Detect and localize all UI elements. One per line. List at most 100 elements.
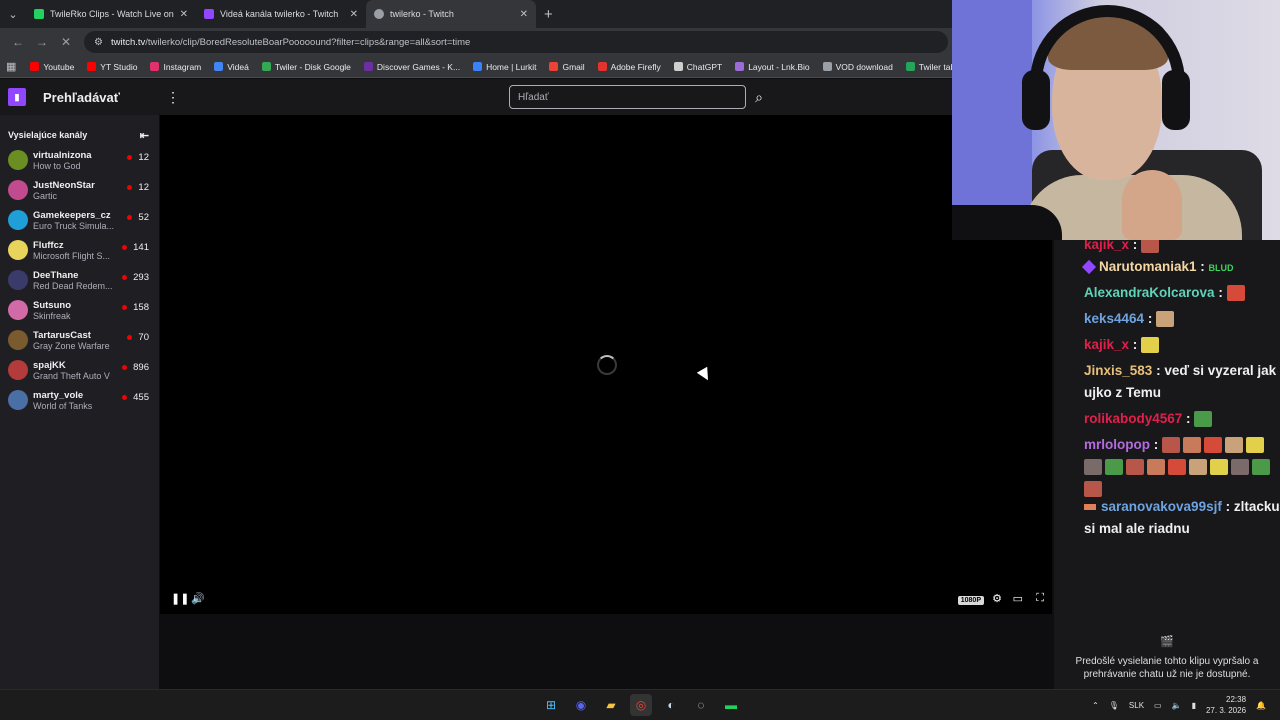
bookmark-item[interactable]: VOD download (817, 62, 900, 72)
new-tab-icon[interactable]: + (544, 6, 553, 23)
bookmark-label: Instagram (163, 61, 202, 72)
bookmark-item[interactable]: Discover Games - K... (358, 62, 467, 72)
collapse-sidebar-icon[interactable]: ⇤ (140, 129, 149, 142)
microphone-icon[interactable]: 🎙 (1109, 701, 1119, 710)
pause-button[interactable]: ❚❚ (171, 590, 189, 606)
notifications-icon[interactable]: 🔔 (1256, 701, 1266, 710)
chat-username[interactable]: Jinxis_583 (1084, 363, 1152, 378)
language-indicator[interactable]: SLK (1129, 701, 1144, 710)
chat-username[interactable]: kajik_x (1084, 337, 1129, 352)
address-bar[interactable]: ⚙ twitch.tv /twilerko/clip/BoredResolute… (84, 31, 948, 53)
bookmark-favicon (597, 62, 607, 71)
battery-icon[interactable]: ▮ (1192, 701, 1196, 710)
bookmark-item[interactable]: YT Studio (81, 62, 144, 72)
bookmark-item[interactable]: Youtube (24, 62, 81, 72)
theatre-mode-icon[interactable]: ▭ (1013, 590, 1023, 606)
video-player[interactable]: ❚❚ 🔊 1080P ⚙ ▭ ⛶ (160, 115, 1052, 614)
chat-username[interactable]: keks4464 (1084, 311, 1144, 326)
bookmark-label: Home | Lurkit (486, 61, 537, 72)
file-explorer-icon[interactable]: ▰ (600, 694, 622, 716)
chat-unavailable-text: Predošlé vysielanie tohto klipu vypršalo… (1075, 656, 1259, 680)
close-icon[interactable]: ✕ (350, 9, 358, 20)
avatar (8, 150, 28, 170)
bookmark-favicon (735, 62, 745, 71)
bookmark-item[interactable]: ChatGPT (668, 62, 729, 72)
start-menu-icon[interactable]: ⊞ (540, 694, 562, 716)
bookmark-label: ChatGPT (686, 61, 723, 72)
settings-gear-icon[interactable]: ⚙ (992, 590, 1002, 606)
chat-emote (1210, 459, 1228, 476)
viewer-count: 70 (127, 332, 149, 343)
bookmark-label: Discover Games - K... (376, 61, 461, 72)
network-icon[interactable]: ▭ (1154, 701, 1162, 710)
app-icon[interactable]: ▬ (720, 694, 742, 716)
sidebar-channel[interactable]: JustNeonStar Gartic 12 (0, 175, 159, 205)
bookmark-item[interactable]: Adobe Firefly (592, 62, 668, 72)
live-dot-icon (127, 155, 133, 160)
browser-tab[interactable]: Videá kanála twilerko - Twitch ✕ (196, 0, 366, 28)
browse-link[interactable]: Prehľadávať (43, 90, 120, 105)
sidebar-channel[interactable]: TartarusCast Gray Zone Warfare 70 (0, 325, 159, 355)
chat-colon: : (1150, 437, 1162, 452)
bookmark-item[interactable]: Home | Lurkit (467, 62, 543, 72)
search-icon[interactable]: ⌕ (748, 85, 770, 109)
sidebar-channel[interactable]: marty_vole World of Tanks 455 (0, 385, 159, 415)
search-input[interactable]: Hľadať (509, 85, 746, 109)
back-icon[interactable]: ← (6, 30, 30, 54)
chevron-up-icon[interactable]: ⌃ (1092, 701, 1099, 710)
chat-message: mrlolopop : (1084, 434, 1280, 500)
close-icon[interactable]: ✕ (180, 9, 188, 20)
bookmark-item[interactable]: Videá (208, 62, 256, 72)
obs-icon[interactable]: ◌ (690, 694, 712, 716)
sidebar-channel[interactable]: Fluffcz Microsoft Flight S... 141 (0, 235, 159, 265)
bookmark-favicon (673, 62, 683, 71)
bookmark-item[interactable]: Gmail (543, 62, 591, 72)
chat-unavailable-notice: 🎬 Predošlé vysielanie tohto klipu vyprša… (1054, 636, 1280, 681)
clapperboard-icon: 🎬 (1160, 636, 1174, 648)
twitch-logo-icon[interactable]: ▮ (8, 88, 26, 106)
forward-icon[interactable]: → (30, 30, 54, 54)
viewer-count-value: 158 (133, 302, 149, 313)
viewer-count: 896 (122, 362, 149, 373)
sidebar-channel[interactable]: Gamekeepers_cz Euro Truck Simula... 52 (0, 205, 159, 235)
apps-grid-icon[interactable]: ▦ (6, 60, 16, 73)
bookmark-item[interactable]: Instagram (144, 62, 208, 72)
sidebar-channel[interactable]: spajKK Grand Theft Auto V 896 (0, 355, 159, 385)
chat-message: AlexandraKolcarova : (1084, 282, 1280, 304)
fullscreen-icon[interactable]: ⛶ (1036, 590, 1044, 606)
browser-tab[interactable]: TwileRko Clips - Watch Live on Twitch ✕ (26, 0, 196, 28)
close-icon[interactable]: ✕ (520, 9, 528, 20)
sidebar-channel[interactable]: DeeThane Red Dead Redem... 293 (0, 265, 159, 295)
viewer-count-value: 70 (138, 332, 149, 343)
chat-message: keks4464 : (1084, 308, 1280, 330)
channel-list: virtualnizona How to God 12 JustNeonStar Gar… (0, 145, 159, 415)
steam-icon[interactable]: ◐ (660, 694, 682, 716)
tab-search-icon[interactable]: ⌄ (0, 0, 26, 28)
chat-username[interactable]: saranovakova99sjf (1101, 499, 1222, 514)
stop-loading-icon[interactable]: ✕ (54, 30, 78, 54)
volume-icon[interactable]: 🔊 (191, 590, 205, 606)
chat-colon: : (1196, 259, 1209, 274)
sidebar-channel[interactable]: virtualnizona How to God 12 (0, 145, 159, 175)
site-info-icon[interactable]: ⚙ (94, 37, 103, 48)
avatar (8, 210, 28, 230)
bookmark-favicon (822, 62, 832, 71)
discord-icon[interactable]: ◉ (570, 694, 592, 716)
bookmark-item[interactable]: Layout - Lnk.Bio (729, 62, 816, 72)
sidebar-channel[interactable]: Sutsuno Skinfreak 158 (0, 295, 159, 325)
chat-username[interactable]: Narutomaniak1 (1099, 259, 1197, 274)
chat-username[interactable]: rolikabody4567 (1084, 411, 1182, 426)
more-options-icon[interactable]: ⋮ (166, 89, 180, 106)
speaker-icon[interactable]: 🔈 (1172, 701, 1182, 710)
browser-tab-active[interactable]: twilerko - Twitch ✕ (366, 0, 536, 28)
viewer-count: 293 (122, 272, 149, 283)
bookmark-label: Youtube (43, 61, 75, 72)
clock[interactable]: 22:38 27. 3. 2026 (1206, 694, 1246, 716)
bookmark-label: Gmail (562, 61, 585, 72)
viewer-count: 12 (127, 152, 149, 163)
chat-username[interactable]: AlexandraKolcarova (1084, 285, 1215, 300)
chrome-icon[interactable]: ◎ (630, 694, 652, 716)
chat-username[interactable]: mrlolopop (1084, 437, 1150, 452)
webcam-microphone (952, 205, 1062, 240)
bookmark-item[interactable]: Twiler - Disk Google (256, 62, 358, 72)
